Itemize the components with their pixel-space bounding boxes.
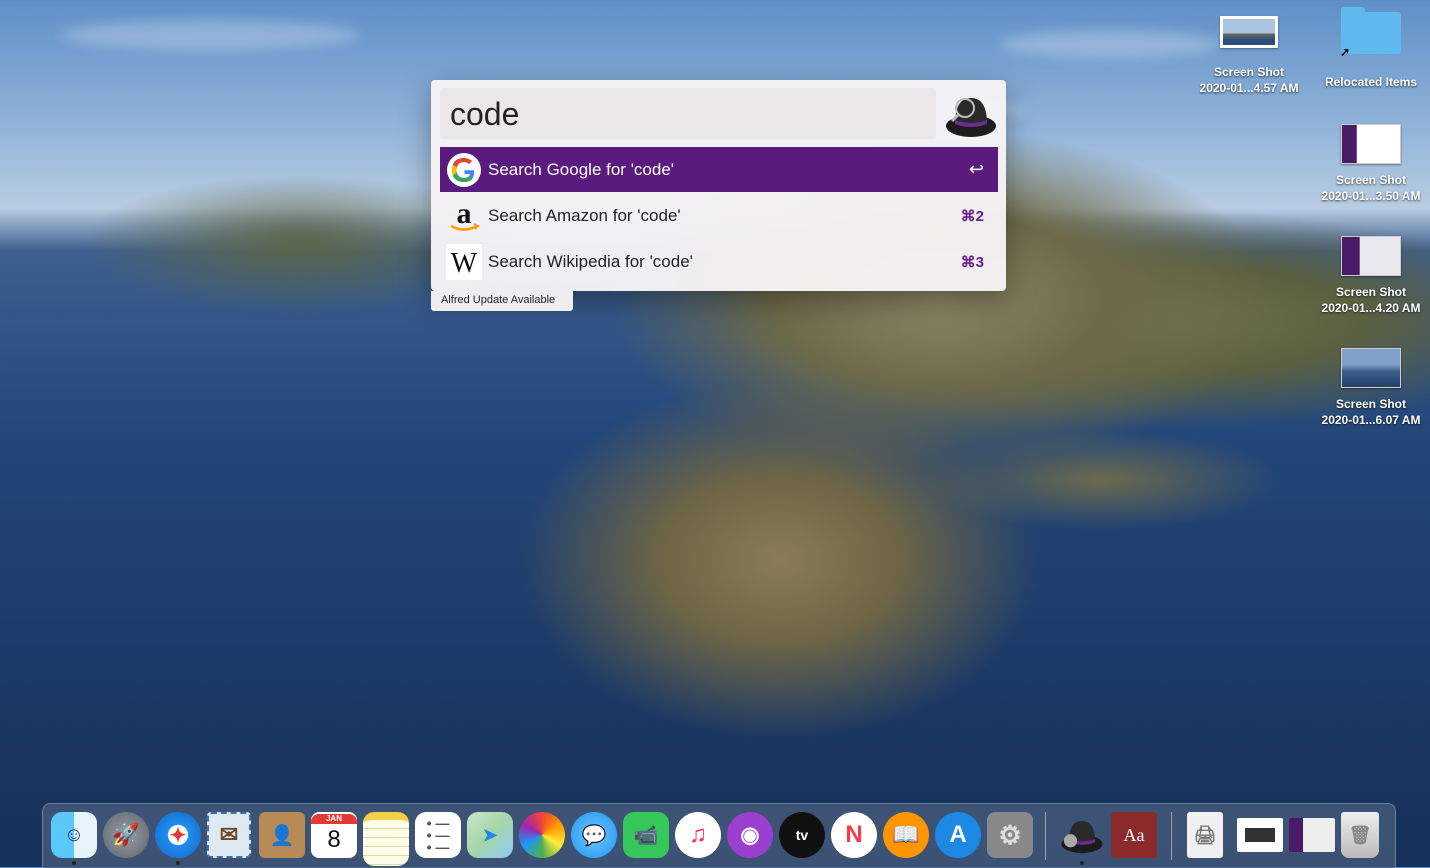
news-icon[interactable]: N: [831, 812, 877, 858]
search-box[interactable]: [440, 88, 936, 139]
alias-arrow-icon: ➚: [1340, 45, 1351, 59]
desktop-item-name: Screen Shot: [1335, 173, 1407, 187]
google-icon: [445, 151, 483, 189]
notes-icon[interactable]: [363, 812, 409, 866]
desktop-item-name: Screen Shot: [1335, 285, 1407, 299]
screenshot-stack-2-icon[interactable]: [1289, 818, 1335, 852]
cmd-3-shortcut: ⌘3: [960, 253, 984, 271]
desktop-item-sub: 2020-01...6.07 AM: [1321, 413, 1421, 427]
dock-separator: [1045, 812, 1046, 860]
preview-doc-icon[interactable]: 🖨: [1187, 812, 1223, 858]
desktop-item-sub: 2020-01...3.50 AM: [1321, 189, 1421, 203]
contacts-icon[interactable]: 👤: [259, 812, 305, 858]
screenshot-thumbnail-icon: [1341, 236, 1401, 276]
cloud: [60, 20, 360, 50]
running-indicator: [176, 861, 180, 865]
screenshot-thumbnail-icon: [1220, 16, 1278, 48]
desktop-screenshot-4[interactable]: Screen Shot 2020-01...6.07 AM: [1316, 348, 1426, 428]
mail-icon[interactable]: ✉: [207, 812, 251, 858]
result-label: Search Wikipedia for 'code': [488, 251, 693, 271]
dock: ☺ 🚀 ✦ ✉ 👤 JAN 8 • — • — • — ➤ 💬 📹 ♫ ◉ tv N…: [42, 803, 1396, 868]
enter-shortcut: ↩: [968, 159, 984, 179]
facetime-icon[interactable]: 📹: [623, 812, 669, 858]
alfred-hat-icon[interactable]: [943, 90, 999, 140]
desktop-screenshot-1[interactable]: Screen Shot 2020-01...4.57 AM: [1194, 16, 1304, 96]
apple-tv-label: tv: [795, 827, 809, 843]
safari-icon[interactable]: ✦: [155, 812, 201, 858]
alfred-window: Search Google for 'code' ↩ a Search Amaz…: [431, 80, 1006, 291]
trash-icon[interactable]: 🗑: [1341, 812, 1379, 858]
desktop-item-sub: 2020-01...4.57 AM: [1199, 81, 1299, 95]
alfred-icon[interactable]: [1059, 812, 1105, 858]
result-google[interactable]: Search Google for 'code' ↩: [440, 147, 998, 192]
cloud: [1000, 30, 1220, 58]
update-available-notice[interactable]: Alfred Update Available: [431, 291, 573, 311]
podcasts-icon[interactable]: ◉: [727, 812, 773, 858]
reminders-icon[interactable]: • — • — • —: [415, 812, 461, 858]
apple-tv-icon[interactable]: tv: [779, 812, 825, 858]
desktop-relocated-items-folder[interactable]: ➚ Relocated Items: [1316, 7, 1426, 90]
calendar-day: 8: [327, 826, 341, 853]
result-label: Search Google for 'code': [488, 159, 675, 179]
wikipedia-icon: W: [445, 242, 483, 281]
desktop-item-name: Screen Shot: [1213, 65, 1285, 79]
result-label: Search Amazon for 'code': [488, 205, 681, 225]
books-icon[interactable]: 📖: [883, 812, 929, 858]
desktop-item-name: Relocated Items: [1324, 75, 1418, 89]
system-preferences-icon[interactable]: ⚙: [987, 812, 1033, 858]
dock-separator: [1171, 812, 1172, 860]
result-wikipedia[interactable]: W Search Wikipedia for 'code' ⌘3: [440, 239, 998, 284]
folder-icon: ➚: [1340, 7, 1401, 59]
dictionary-label: Aa: [1123, 824, 1145, 845]
search-input[interactable]: [450, 94, 920, 134]
desktop-item-sub: 2020-01...4.20 AM: [1321, 301, 1421, 315]
running-indicator: [1080, 861, 1084, 865]
calendar-icon[interactable]: JAN 8: [311, 812, 357, 858]
music-icon[interactable]: ♫: [675, 812, 721, 858]
screenshot-thumbnail-icon: [1341, 348, 1401, 388]
svg-text:W: W: [451, 248, 478, 279]
calendar-month: JAN: [311, 814, 357, 824]
desktop-screenshot-3[interactable]: Screen Shot 2020-01...4.20 AM: [1316, 236, 1426, 316]
app-store-icon[interactable]: A: [935, 812, 981, 858]
amazon-icon: a: [445, 197, 483, 235]
running-indicator: [72, 861, 76, 865]
finder-icon[interactable]: ☺: [51, 812, 97, 858]
cmd-2-shortcut: ⌘2: [960, 207, 984, 225]
dictionary-icon[interactable]: Aa: [1111, 812, 1157, 858]
screenshot-thumbnail-icon: [1341, 124, 1401, 164]
desktop-item-name: Screen Shot: [1335, 397, 1407, 411]
photos-icon[interactable]: [519, 812, 565, 858]
result-amazon[interactable]: a Search Amazon for 'code' ⌘2: [440, 193, 998, 238]
maps-icon[interactable]: ➤: [467, 812, 513, 858]
launchpad-icon[interactable]: 🚀: [103, 812, 149, 858]
screenshot-stack-icon[interactable]: [1237, 818, 1283, 852]
desktop-screenshot-2[interactable]: Screen Shot 2020-01...3.50 AM: [1316, 124, 1426, 204]
messages-icon[interactable]: 💬: [571, 812, 617, 858]
svg-text:a: a: [457, 198, 472, 230]
